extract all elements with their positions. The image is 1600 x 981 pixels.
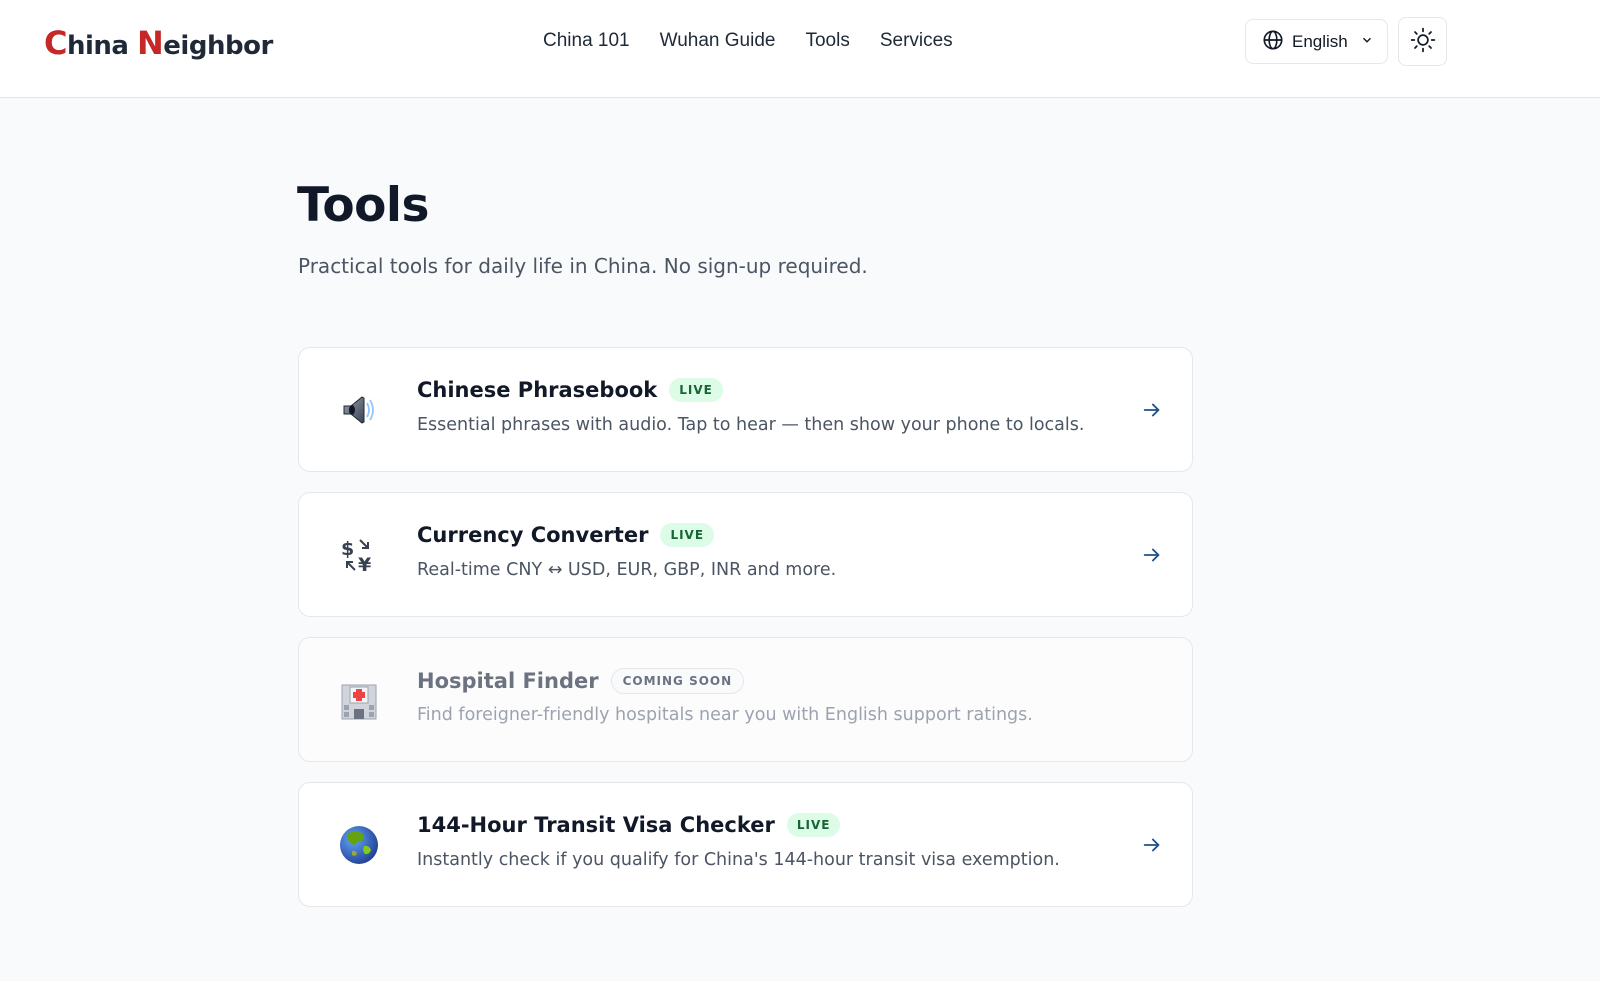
tool-description: Find foreigner-friendly hospitals near y… [417,705,1033,725]
tool-title-row: 144-Hour Transit Visa Checker LIVE [417,813,841,837]
tool-card-hospital-finder: Hospital Finder COMING SOON Find foreign… [298,637,1193,762]
tool-title: 144-Hour Transit Visa Checker [417,813,775,837]
nav-link-tools[interactable]: Tools [805,30,849,52]
globe-icon [1262,29,1284,55]
tool-title-row: Chinese Phrasebook LIVE [417,378,723,402]
arrow-right-icon [1141,399,1163,421]
page-title: Tools [297,178,429,233]
site-logo[interactable]: China Neighbor [44,24,273,62]
globe-asia-icon [337,823,381,867]
svg-text:¥: ¥ [358,554,371,576]
arrow-right-icon [1141,544,1163,566]
status-badge: COMING SOON [610,668,745,694]
tool-title: Currency Converter [417,523,649,547]
svg-text:$: $ [341,538,354,560]
language-selector[interactable]: English [1245,19,1388,64]
logo-initial-c: C [44,24,67,62]
page-subtitle: Practical tools for daily life in China.… [298,254,868,278]
tool-title-row: Currency Converter LIVE [417,523,715,547]
speaker-icon [337,388,381,432]
nav-link-services[interactable]: Services [880,30,953,52]
site-header: China Neighbor China 101 Wuhan Guide Too… [0,0,1600,98]
sun-icon [1410,27,1436,57]
tool-card-phrasebook[interactable]: Chinese Phrasebook LIVE Essential phrase… [298,347,1193,472]
arrow-right-icon [1141,834,1163,856]
hospital-icon [337,678,381,722]
nav-link-wuhan-guide[interactable]: Wuhan Guide [660,30,776,52]
status-badge: LIVE [669,378,723,402]
status-badge: LIVE [660,523,715,547]
theme-toggle-button[interactable] [1398,17,1447,66]
language-label: English [1292,31,1348,51]
logo-initial-n: N [137,24,164,62]
nav-link-china-101[interactable]: China 101 [543,30,630,52]
tool-title-row: Hospital Finder COMING SOON [417,668,745,694]
chevron-down-icon [1360,32,1374,51]
logo-text-china: hina [66,31,138,61]
tool-card-transit-visa-checker[interactable]: 144-Hour Transit Visa Checker LIVE Insta… [298,782,1193,907]
tool-card-currency-converter[interactable]: $ ¥ Currency Converter LIVE Real-time CN… [298,492,1193,617]
main-nav: China 101 Wuhan Guide Tools Services [543,30,953,52]
status-badge: LIVE [786,813,841,837]
tool-title: Chinese Phrasebook [417,378,658,402]
tool-description: Instantly check if you qualify for China… [417,850,1060,870]
logo-text-neighbor: eighbor [163,31,273,61]
tool-title: Hospital Finder [417,669,599,693]
tool-description: Essential phrases with audio. Tap to hea… [417,415,1085,435]
tool-description: Real-time CNY ↔ USD, EUR, GBP, INR and m… [417,560,837,580]
currency-exchange-icon: $ ¥ [337,533,381,577]
